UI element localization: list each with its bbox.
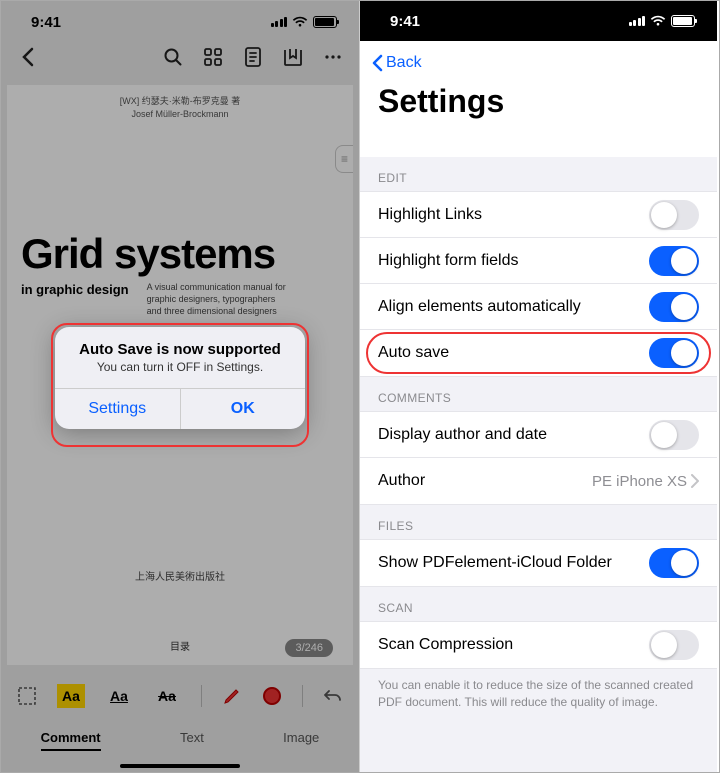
search-icon[interactable] — [163, 47, 183, 67]
publisher-text: 上海人民美術出版社 — [7, 568, 353, 583]
annotation-toolbar: Aa Aa Aa — [1, 675, 359, 717]
back-label: Back — [386, 54, 422, 72]
dialog-title: Auto Save is now supported — [55, 327, 305, 360]
row-icloud: Show PDFelement-iCloud Folder — [360, 540, 717, 586]
group-edit: Highlight Links Highlight form fields Al… — [360, 191, 717, 377]
status-bar: 9:41 — [1, 1, 359, 39]
settings-title: Settings — [360, 77, 717, 130]
cellular-icon — [629, 16, 646, 26]
grid-icon[interactable] — [203, 47, 223, 67]
section-scan: SCAN — [360, 587, 717, 621]
status-icons — [271, 16, 338, 28]
row-auto-save: Auto save — [360, 330, 717, 376]
row-highlight-form: Highlight form fields — [360, 238, 717, 284]
wifi-icon — [650, 15, 666, 27]
chevron-right-icon — [691, 474, 699, 488]
section-comments: COMMENTS — [360, 377, 717, 411]
section-edit: EDIT — [360, 157, 717, 191]
row-highlight-links: Highlight Links — [360, 192, 717, 238]
more-icon[interactable] — [323, 47, 343, 67]
dialog-settings-button[interactable]: Settings — [55, 389, 181, 429]
status-icons — [629, 15, 696, 27]
tab-image[interactable]: Image — [283, 730, 319, 745]
row-scan-compression: Scan Compression — [360, 622, 717, 668]
row-display-author: Display author and date — [360, 412, 717, 458]
section-files: FILES — [360, 505, 717, 539]
color-icon[interactable] — [262, 686, 282, 706]
author-value: PE iPhone XS — [592, 473, 687, 490]
autosave-dialog: Auto Save is now supported You can turn … — [55, 327, 305, 429]
pen-icon[interactable] — [222, 686, 242, 706]
right-screen: 9:41 Back Settings EDIT Highlight Links — [359, 1, 717, 772]
dialog-ok-button[interactable]: OK — [181, 389, 306, 429]
toggle-display-author[interactable] — [649, 420, 699, 450]
group-comments: Display author and date Author PE iPhone… — [360, 411, 717, 505]
left-screen: 9:41 [WX] 约瑟夫·米勒-布罗克曼 著 Josef Mül — [1, 1, 359, 772]
highlight-tool[interactable]: Aa — [57, 684, 85, 708]
group-files: Show PDFelement-iCloud Folder — [360, 539, 717, 587]
settings-sheet: Back Settings EDIT Highlight Links Highl… — [360, 41, 717, 772]
toggle-highlight-links[interactable] — [649, 200, 699, 230]
bottom-tabs: Comment Text Image — [1, 717, 359, 757]
toggle-icloud[interactable] — [649, 548, 699, 578]
battery-icon — [313, 16, 337, 28]
toggle-scan-compression[interactable] — [649, 630, 699, 660]
selection-icon[interactable] — [17, 686, 37, 706]
back-button[interactable]: Back — [360, 41, 717, 77]
group-scan: Scan Compression — [360, 621, 717, 669]
status-time: 9:41 — [31, 14, 61, 31]
row-author[interactable]: Author PE iPhone XS — [360, 458, 717, 504]
bookmark-icon[interactable] — [283, 47, 303, 67]
chevron-left-icon — [370, 53, 384, 73]
strikethrough-tool[interactable]: Aa — [153, 684, 181, 708]
page-title: Grid systems — [21, 230, 353, 278]
underline-tool[interactable]: Aa — [105, 684, 133, 708]
row-align: Align elements automatically — [360, 284, 717, 330]
cellular-icon — [271, 17, 288, 27]
status-bar: 9:41 — [360, 1, 717, 41]
tab-comment[interactable]: Comment — [41, 730, 101, 745]
battery-icon — [671, 15, 695, 27]
notes-icon[interactable] — [243, 47, 263, 67]
side-handle-icon[interactable]: ≡ — [335, 145, 353, 173]
tab-text[interactable]: Text — [180, 730, 204, 745]
back-icon[interactable] — [17, 47, 37, 67]
toggle-highlight-form[interactable] — [649, 246, 699, 276]
page-meta: [WX] 约瑟夫·米勒-布罗克曼 著 Josef Müller-Brockman… — [7, 85, 353, 120]
dialog-message: You can turn it OFF in Settings. — [55, 360, 305, 388]
scan-hint: You can enable it to reduce the size of … — [360, 669, 717, 719]
undo-icon[interactable] — [323, 686, 343, 706]
home-indicator — [120, 764, 240, 768]
page-indicator: 3/246 — [285, 639, 333, 657]
status-time: 9:41 — [390, 13, 420, 30]
toggle-align[interactable] — [649, 292, 699, 322]
page-subtitle: in graphic design — [21, 282, 129, 317]
toggle-auto-save[interactable] — [649, 338, 699, 368]
wifi-icon — [292, 16, 308, 28]
page-description: A visual communication manual for graphi… — [147, 282, 287, 317]
top-toolbar — [1, 39, 359, 75]
